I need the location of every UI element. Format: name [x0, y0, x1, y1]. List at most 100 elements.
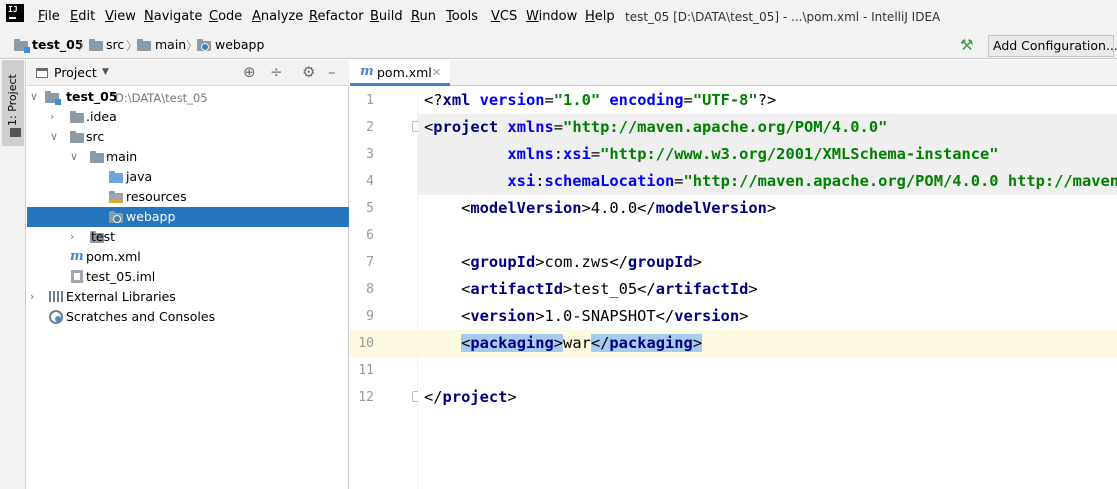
menu-refactor[interactable]: Refactor	[309, 9, 364, 25]
collapsed-arrow-icon[interactable]: ›	[50, 110, 54, 123]
code-line-text: xsi:schemaLocation="http://maven.apache.…	[424, 173, 1117, 190]
code-token: "UTF-8"	[692, 91, 758, 109]
code-line[interactable]: <version>1.0-SNAPSHOT</version>	[418, 303, 1117, 330]
code-token: >1.0-SNAPSHOT</	[535, 307, 675, 325]
tree-item-src[interactable]: ∨ src	[27, 127, 349, 147]
menu-build[interactable]: Build	[370, 9, 403, 25]
breadcrumb-src[interactable]: src	[106, 38, 124, 52]
code-line[interactable]	[418, 222, 1117, 249]
folder-icon	[89, 39, 103, 51]
code-line[interactable]: xmlns:xsi="http://www.w3.org/2001/XMLSch…	[418, 141, 1117, 168]
menu-edit[interactable]: Edit	[70, 9, 95, 25]
breadcrumb-test-05[interactable]: test_05	[32, 38, 84, 52]
gutter-line: 12	[350, 384, 421, 411]
line-number: 3	[366, 147, 374, 162]
web-folder-icon	[109, 211, 123, 223]
code-token: war	[563, 334, 591, 352]
code-token: project	[442, 388, 508, 406]
menu-window[interactable]: Window	[526, 9, 577, 25]
tree-item-test[interactable]: › test	[27, 227, 349, 247]
iml-file-icon	[71, 270, 83, 283]
tree-item-scratches[interactable]: Scratches and Consoles	[27, 307, 349, 327]
code-token: "http://maven.apache.org/POM/4.0.0 http:…	[683, 172, 1117, 190]
line-number: 12	[358, 390, 374, 405]
menu-vcs[interactable]: VCS	[491, 9, 517, 25]
code-line[interactable]: </project>	[418, 384, 1117, 411]
code-editor[interactable]: <?xml version="1.0" encoding="UTF-8"?> <p…	[418, 87, 1117, 489]
menu-navigate[interactable]: Navigate	[144, 9, 202, 25]
code-line[interactable]	[418, 357, 1117, 384]
gutter-line: 9	[350, 303, 418, 330]
tree-item-label: java	[126, 169, 153, 184]
project-view-selector[interactable]: Project	[54, 66, 97, 80]
code-token: <	[424, 253, 471, 271]
tree-item-webapp[interactable]: webapp	[27, 207, 349, 227]
tree-item-idea[interactable]: › .idea	[27, 107, 349, 127]
tree-item-resources[interactable]: resources	[27, 187, 349, 207]
collapsed-arrow-icon[interactable]: ›	[30, 290, 34, 303]
module-folder-icon	[45, 91, 61, 105]
expanded-arrow-icon[interactable]: ∨	[70, 150, 78, 163]
editor-tab-pom-xml[interactable]: m pom.xml ✕	[350, 60, 450, 86]
tree-item-label: Scratches and Consoles	[66, 309, 216, 324]
menu-file[interactable]: File	[38, 9, 60, 25]
code-token: =	[683, 91, 693, 109]
code-token: xsi	[507, 172, 536, 190]
code-line[interactable]: <packaging>war</packaging>	[418, 330, 1117, 357]
menu-run[interactable]: Run	[411, 9, 436, 25]
breadcrumb-webapp[interactable]: webapp	[215, 38, 264, 52]
code-line[interactable]: <groupId>com.zws</groupId>	[418, 249, 1117, 276]
menu-code[interactable]: Code	[209, 9, 242, 25]
locate-icon[interactable]: ⊕	[243, 64, 256, 80]
close-icon[interactable]: ✕	[432, 66, 441, 79]
menu-analyze[interactable]: Analyze	[252, 9, 303, 25]
maven-file-icon: m	[360, 64, 374, 79]
code-token: </	[424, 388, 443, 406]
project-window-icon	[36, 68, 48, 78]
code-token: encoding	[609, 91, 684, 109]
tree-item-label: resources	[126, 189, 187, 204]
project-tool-window-tab[interactable]: 1: Project	[2, 60, 24, 146]
gutter-line: 7	[350, 249, 418, 276]
code-line-text: <modelVersion>4.0.0</modelVersion>	[424, 200, 776, 217]
chevron-down-icon[interactable]: ▼	[102, 67, 109, 77]
tree-item-pom-xml[interactable]: m pom.xml	[27, 247, 349, 267]
code-token: >	[507, 388, 517, 406]
hammer-icon[interactable]: ⚒	[960, 37, 978, 53]
line-number: 2	[366, 120, 374, 135]
code-line[interactable]: <?xml version="1.0" encoding="UTF-8"?>	[418, 87, 1117, 114]
code-token: >	[766, 199, 777, 217]
code-line[interactable]: <modelVersion>4.0.0</modelVersion>	[418, 195, 1117, 222]
settings-icon[interactable]: ⚙	[302, 64, 315, 80]
tree-item-external-libraries[interactable]: › External Libraries	[27, 287, 349, 307]
code-token: >	[553, 334, 564, 352]
code-line-text: <?xml version="1.0" encoding="UTF-8"?>	[424, 92, 776, 109]
collapse-all-icon[interactable]: ÷	[270, 64, 283, 80]
collapsed-arrow-icon[interactable]: ›	[70, 230, 74, 243]
code-token: >4.0.0</	[581, 199, 656, 217]
folder-icon	[10, 128, 21, 137]
add-configuration-button[interactable]: Add Configuration...	[988, 35, 1117, 57]
project-panel-header: Project ▼ ⊕ ÷ ⚙ –	[27, 60, 349, 86]
expanded-arrow-icon[interactable]: ∨	[30, 90, 38, 103]
menu-view[interactable]: View	[105, 9, 136, 25]
code-token: <	[424, 280, 471, 298]
code-line[interactable]: <artifactId>test_05</artifactId>	[418, 276, 1117, 303]
tree-item-test-05[interactable]: ∨ test_05 D:\DATA\test_05	[27, 87, 349, 107]
code-token: groupId	[627, 253, 693, 271]
tree-item-main[interactable]: ∨ main	[27, 147, 349, 167]
code-line[interactable]: xsi:schemaLocation="http://maven.apache.…	[418, 168, 1117, 195]
tree-item-test-05-iml[interactable]: test_05.iml	[27, 267, 349, 287]
code-token: <	[424, 199, 471, 217]
line-number: 11	[358, 363, 374, 378]
code-line[interactable]: <project xmlns="http://maven.apache.org/…	[418, 114, 1117, 141]
code-token: <	[461, 334, 471, 352]
hide-icon[interactable]: –	[328, 64, 336, 80]
menu-help[interactable]: Help	[585, 9, 615, 25]
breadcrumb-main[interactable]: main	[155, 38, 186, 52]
tree-item-java[interactable]: java	[27, 167, 349, 187]
code-token: :	[553, 145, 564, 163]
expanded-arrow-icon[interactable]: ∨	[50, 130, 58, 143]
menu-tools[interactable]: Tools	[446, 9, 478, 25]
